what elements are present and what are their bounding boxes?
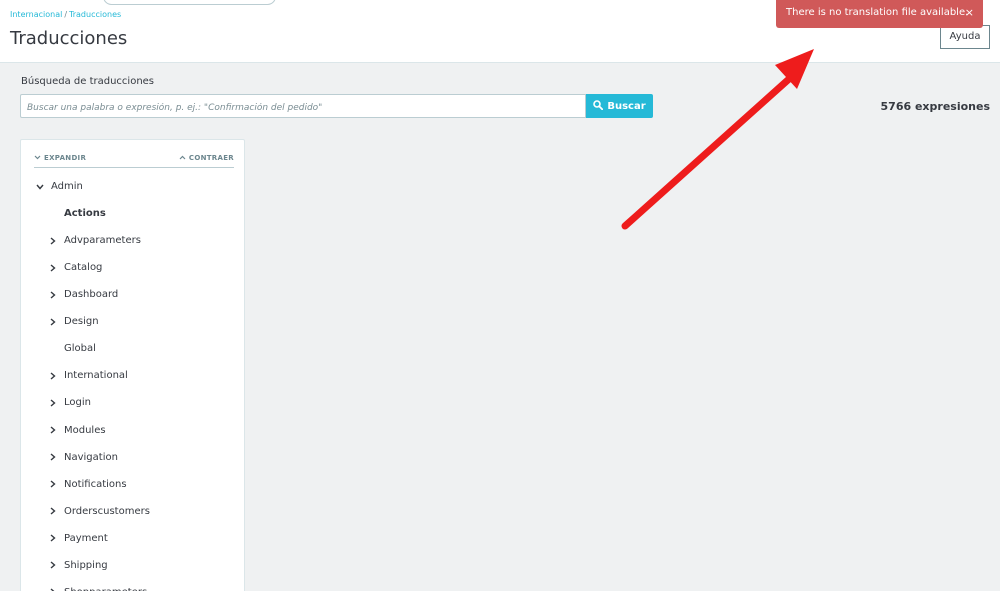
search-input[interactable] [21, 97, 585, 119]
tree-item-label: Design [64, 316, 99, 328]
breadcrumb-link-traducciones[interactable]: Traducciones [69, 10, 121, 19]
search-field-wrapper [20, 94, 586, 119]
tree-item-actions[interactable]: Actions [47, 208, 106, 219]
chevron-right-icon [47, 399, 59, 407]
tree-item-label: Payment [64, 532, 108, 544]
chevron-down-icon [34, 184, 46, 190]
translation-tree-panel: EXPANDIR CONTRAER Admin Actions Advparame… [20, 139, 245, 591]
toast-message: There is no translation file available. [786, 7, 969, 18]
tree-item-label: Global [64, 343, 96, 355]
collapse-all-label: CONTRAER [188, 154, 234, 162]
help-button[interactable]: Ayuda [940, 25, 990, 49]
tree-item-shopparameters[interactable]: Shopparameters [47, 587, 147, 591]
chevron-right-icon [47, 291, 59, 299]
chevron-right-icon [47, 534, 59, 542]
tree-item-design[interactable]: Design [47, 316, 99, 327]
tree-item-orderscustomers[interactable]: Orderscustomers [47, 506, 150, 517]
tree-item-label: Dashboard [64, 289, 119, 301]
tree-item-label: Login [64, 397, 91, 409]
tree-item-label: International [64, 370, 128, 382]
chevron-right-icon [47, 318, 59, 326]
search-button-label: Buscar [607, 100, 646, 112]
chevron-down-icon [34, 154, 41, 162]
tree-item-international[interactable]: International [47, 370, 128, 381]
tree-item-label: Admin [51, 181, 83, 192]
breadcrumb-link-internacional[interactable]: Internacional [10, 10, 62, 19]
search-label: Búsqueda de traducciones [21, 76, 155, 87]
expression-count: 5766 expresiones [880, 100, 990, 113]
tree-item-navigation[interactable]: Navigation [47, 452, 118, 463]
tree-item-modules[interactable]: Modules [47, 425, 106, 436]
tree-item-label: Notifications [64, 478, 127, 490]
chevron-right-icon [47, 372, 59, 380]
chevron-right-icon [47, 264, 59, 272]
tree-item-label: Shopparameters [64, 587, 147, 591]
chevron-right-icon [47, 237, 59, 245]
tree-item-label: Advparameters [64, 235, 141, 247]
error-toast: There is no translation file available. … [776, 0, 983, 28]
close-icon[interactable]: × [965, 0, 974, 26]
tree-item-label: Catalog [64, 262, 103, 274]
chevron-right-icon [47, 453, 59, 461]
tree-item-admin[interactable]: Admin [34, 181, 83, 192]
collapse-all-button[interactable]: CONTRAER [179, 154, 234, 162]
tree-item-label: Actions [64, 208, 106, 219]
tree-item-payment[interactable]: Payment [47, 533, 108, 544]
tree-item-login[interactable]: Login [47, 397, 91, 408]
expand-all-label: EXPANDIR [44, 154, 87, 162]
chevron-up-icon [179, 154, 186, 162]
chevron-right-icon [47, 507, 59, 515]
tree-item-notifications[interactable]: Notifications [47, 479, 127, 490]
page-title: Traducciones [10, 28, 128, 49]
tree-controls: EXPANDIR CONTRAER [34, 154, 234, 168]
tree-item-catalog[interactable]: Catalog [47, 262, 102, 273]
chevron-right-icon [47, 480, 59, 488]
tree-item-label: Orderscustomers [64, 505, 150, 517]
chevron-right-icon [47, 561, 59, 569]
tree-item-advparameters[interactable]: Advparameters [47, 235, 141, 246]
search-button[interactable]: Buscar [586, 94, 653, 118]
tree-item-dashboard[interactable]: Dashboard [47, 289, 118, 300]
search-icon [593, 99, 604, 113]
chevron-right-icon [47, 426, 59, 434]
tree-item-shipping[interactable]: Shipping [47, 560, 108, 571]
tree-item-global[interactable]: Global [47, 343, 96, 354]
header-search-field[interactable] [103, 0, 276, 5]
expand-all-button[interactable]: EXPANDIR [34, 154, 86, 162]
tree-item-label: Navigation [64, 451, 118, 463]
breadcrumb: Internacional / Traducciones [10, 10, 121, 19]
tree-item-label: Shipping [64, 559, 108, 571]
tree-item-label: Modules [64, 424, 106, 436]
